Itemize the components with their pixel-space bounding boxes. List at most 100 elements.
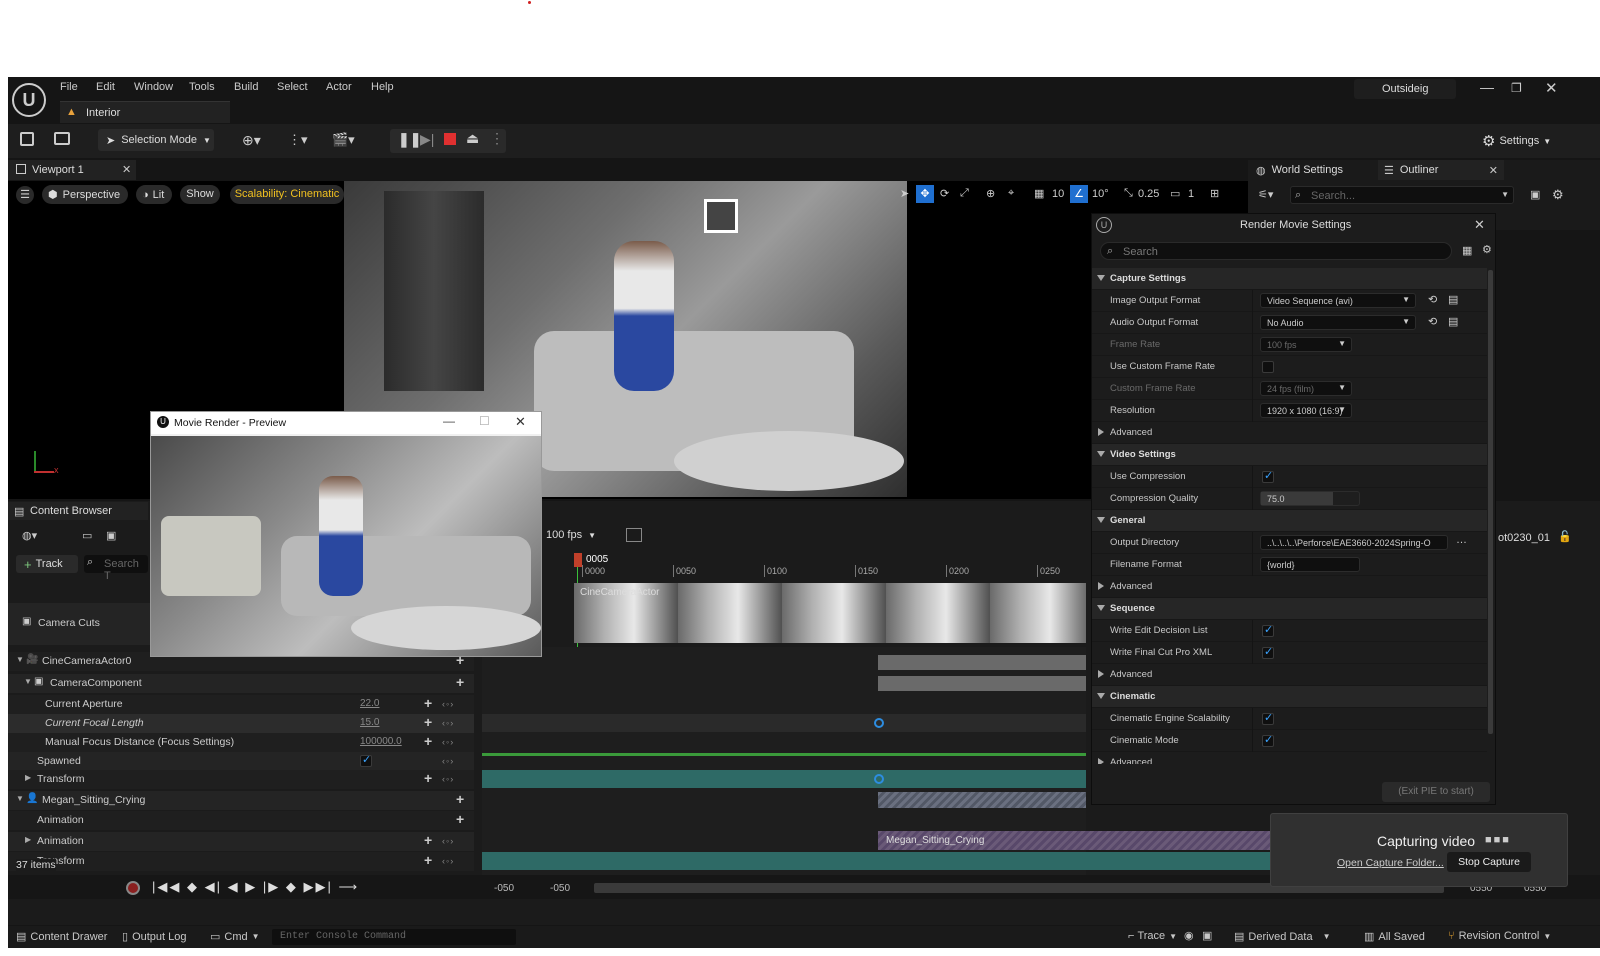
expand-arrow-icon[interactable] bbox=[1097, 605, 1105, 611]
track-value[interactable]: 15.0 bbox=[360, 717, 379, 728]
settings-row[interactable]: Cinematic Engine Scalability bbox=[1092, 708, 1487, 730]
output-directory-field[interactable]: ..\..\..\..\Perforce\EAE3660-2024Spring-… bbox=[1260, 535, 1448, 550]
settings-row[interactable]: Advanced bbox=[1092, 576, 1487, 598]
setting-dropdown[interactable]: Video Sequence (avi) ▼ bbox=[1260, 293, 1416, 308]
key-nav-icon[interactable]: ‹◦› bbox=[442, 774, 454, 784]
jump-end-icon[interactable]: ▶▶| bbox=[304, 879, 333, 894]
settings-row[interactable]: Advanced bbox=[1092, 752, 1487, 764]
derived-data-dropdown[interactable]: ▤ Derived Data ▼ bbox=[1234, 930, 1331, 944]
track-search[interactable]: ⌕ Search T bbox=[84, 555, 148, 582]
save-icon[interactable] bbox=[20, 132, 34, 146]
scale-tool-icon[interactable]: ⤢ bbox=[960, 187, 969, 200]
revision-control-dropdown[interactable]: ⑂ Revision Control ▼ bbox=[1448, 930, 1551, 942]
gear-icon[interactable]: ⚙ bbox=[1482, 243, 1492, 256]
menu-help[interactable]: Help bbox=[371, 81, 394, 93]
stop-capture-button[interactable]: Stop Capture bbox=[1447, 852, 1531, 872]
perspective-button[interactable]: ⬢ Perspective bbox=[42, 185, 128, 204]
collapse-arrow-icon[interactable]: ▶ bbox=[25, 773, 31, 782]
save-icon[interactable]: ▭ bbox=[82, 529, 92, 542]
view-start[interactable]: -050 bbox=[550, 883, 570, 894]
settings-row[interactable]: Filename Format {world} bbox=[1092, 554, 1487, 576]
settings-category[interactable]: Capture Settings bbox=[1092, 268, 1487, 290]
settings-row[interactable]: Advanced bbox=[1092, 664, 1487, 686]
menu-build[interactable]: Build bbox=[234, 81, 258, 93]
maximize-icon[interactable]: ☐ bbox=[479, 414, 490, 428]
add-key-icon[interactable]: + bbox=[456, 811, 464, 827]
expand-arrow-icon[interactable] bbox=[1097, 451, 1105, 457]
settings-row[interactable]: Audio Output Format No Audio ▼ ⟲ ▤ bbox=[1092, 312, 1487, 334]
playhead-marker[interactable] bbox=[574, 553, 582, 567]
add-key-icon[interactable]: + bbox=[424, 770, 432, 786]
angle-snap-icon[interactable]: ∠ bbox=[1070, 185, 1088, 203]
close-icon[interactable]: ✕ bbox=[515, 414, 526, 430]
settings-button[interactable]: ⚙ Settings ▼ bbox=[1482, 132, 1551, 150]
select-tool-icon[interactable]: ➤ bbox=[900, 187, 909, 200]
setting-checkbox[interactable] bbox=[1262, 733, 1274, 747]
render-scrollbar[interactable] bbox=[1488, 270, 1493, 734]
megan-section[interactable] bbox=[878, 792, 1086, 808]
fps-dropdown[interactable]: 100 fps ▼ bbox=[546, 529, 596, 541]
sequencer-track-row[interactable]: ▶ Animation + ‹◦› bbox=[8, 832, 474, 851]
close-tab-icon[interactable]: ✕ bbox=[122, 163, 131, 176]
sequencer-track-row[interactable]: Current Aperture 22.0 + ‹◦› bbox=[8, 695, 474, 714]
settings-row[interactable]: Use Compression bbox=[1092, 466, 1487, 488]
settings-row[interactable]: Custom Frame Rate 24 fps (film) ▼ bbox=[1092, 378, 1487, 400]
animation-clip[interactable]: Megan_Sitting_Crying bbox=[878, 831, 1278, 850]
sequencer-track-row[interactable]: Spawned ‹◦› bbox=[8, 752, 474, 771]
reset-icon[interactable]: ⟲ bbox=[1428, 315, 1437, 328]
collapse-arrow-icon[interactable] bbox=[1098, 758, 1104, 764]
settings-row[interactable]: Image Output Format Video Sequence (avi) ▼… bbox=[1092, 290, 1487, 312]
viewport-tab[interactable]: Viewport 1 ✕ bbox=[8, 160, 136, 180]
next-key-icon[interactable]: ◆ bbox=[286, 879, 298, 894]
step-back-icon[interactable]: ◀| bbox=[205, 879, 222, 894]
grid-value[interactable]: 10 bbox=[1052, 188, 1064, 200]
settings-row[interactable]: Compression Quality 75.0 bbox=[1092, 488, 1487, 510]
all-saved-button[interactable]: ▥ All Saved bbox=[1364, 930, 1425, 944]
camera-speed-icon[interactable]: ▭ bbox=[1170, 187, 1180, 200]
browse-icon[interactable] bbox=[54, 132, 70, 145]
console-input[interactable]: Enter Console Command bbox=[272, 929, 516, 945]
cinematics-icon[interactable]: 🎬▾ bbox=[332, 132, 355, 148]
content-drawer-button[interactable]: ▤ Content Drawer bbox=[16, 930, 107, 944]
sequencer-track-row[interactable]: Manual Focus Distance (Focus Settings) 10… bbox=[8, 733, 474, 752]
sequencer-track-row[interactable]: Current Focal Length 15.0 + ‹◦› bbox=[8, 714, 474, 733]
setting-checkbox[interactable] bbox=[1262, 711, 1274, 725]
layout-icon[interactable]: ⊞ bbox=[1210, 187, 1219, 200]
camera-component-section-2[interactable] bbox=[878, 676, 1086, 691]
spawned-checkbox[interactable] bbox=[360, 753, 372, 767]
pause-icon[interactable]: ❚❚ bbox=[398, 131, 421, 148]
reset-icon[interactable]: ⟲ bbox=[1428, 293, 1437, 306]
menu-select[interactable]: Select bbox=[277, 81, 308, 93]
camera-component-section[interactable] bbox=[878, 655, 1086, 670]
key-nav-icon[interactable]: ‹◦› bbox=[442, 718, 454, 728]
world-settings-tab[interactable]: ◍ World Settings bbox=[1248, 160, 1376, 180]
settings-row[interactable]: Write Final Cut Pro XML bbox=[1092, 642, 1487, 664]
menu-window[interactable]: Window bbox=[134, 81, 173, 93]
exit-pie-button[interactable]: (Exit PIE to start) bbox=[1382, 782, 1490, 802]
compression-quality-slider[interactable]: 75.0 bbox=[1260, 491, 1360, 506]
camera-cuts-clip[interactable]: CineCameraActor bbox=[574, 583, 1086, 643]
sequencer-track-row[interactable]: Transform + ‹◦› bbox=[8, 852, 474, 871]
collapse-arrow-icon[interactable] bbox=[1098, 582, 1104, 590]
track-value[interactable]: 22.0 bbox=[360, 698, 379, 709]
setting-checkbox[interactable] bbox=[1262, 361, 1274, 373]
more-icon[interactable]: ⋮ bbox=[490, 130, 504, 147]
minimize-icon[interactable]: — bbox=[443, 414, 455, 428]
setting-checkbox[interactable] bbox=[1262, 645, 1274, 659]
add-key-icon[interactable]: + bbox=[456, 674, 464, 690]
key-nav-icon[interactable]: ‹◦› bbox=[442, 836, 454, 846]
setting-dropdown[interactable]: 1920 x 1080 (16:9) ▼ bbox=[1260, 403, 1352, 418]
user-badge[interactable]: Outsideig bbox=[1354, 79, 1456, 99]
folder-icon[interactable]: ▣ bbox=[1530, 188, 1540, 201]
settings-category[interactable]: Sequence bbox=[1092, 598, 1487, 620]
browse-icon[interactable]: ▤ bbox=[1448, 293, 1458, 306]
step-icon[interactable]: ▶| bbox=[420, 131, 434, 148]
add-track-button[interactable]: + Track bbox=[16, 555, 78, 573]
add-key-icon[interactable]: + bbox=[456, 791, 464, 807]
scalability-button[interactable]: Scalability: Cinematic bbox=[230, 185, 344, 204]
settings-row[interactable]: Cinematic Mode bbox=[1092, 730, 1487, 752]
expand-arrow-icon[interactable] bbox=[1097, 275, 1105, 281]
add-key-icon[interactable]: + bbox=[424, 832, 432, 848]
move-tool-icon[interactable]: ✥ bbox=[916, 185, 934, 203]
menu-actor[interactable]: Actor bbox=[326, 81, 352, 93]
